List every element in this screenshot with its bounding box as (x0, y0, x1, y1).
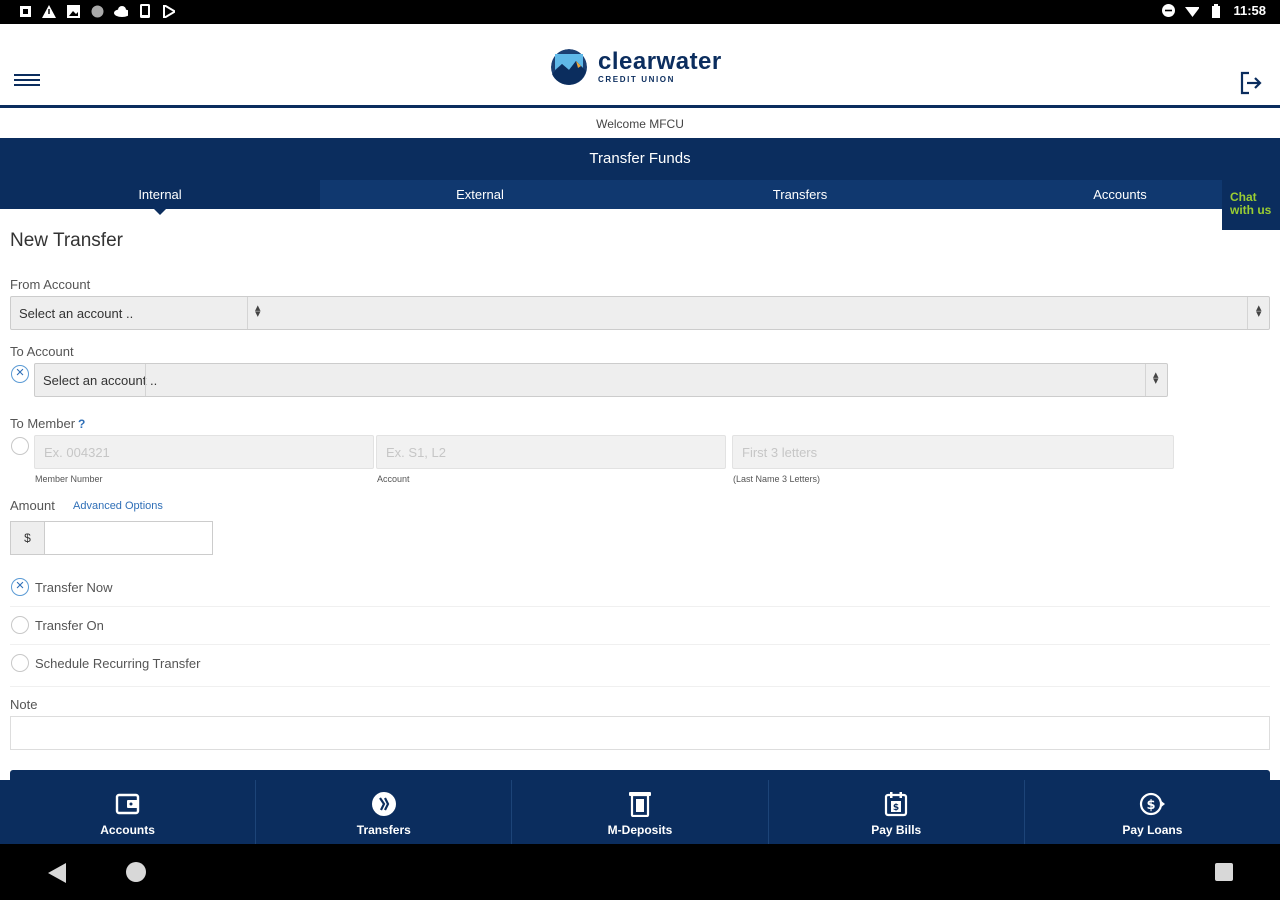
check-deposit-icon (629, 792, 651, 817)
nav-pay-bills-label: Pay Bills (871, 823, 922, 837)
divider (10, 606, 1270, 607)
recents-icon[interactable] (1215, 863, 1233, 881)
to-member-text: To Member (10, 416, 76, 431)
bottom-nav: Accounts Transfers M-Deposits $ Pay Bill… (0, 780, 1280, 844)
wifi-icon (1185, 4, 1200, 18)
logo-text: clearwater (598, 47, 722, 75)
wallet-icon (115, 793, 139, 815)
nav-pay-loans-label: Pay Loans (1122, 823, 1183, 837)
phone-icon (138, 4, 152, 18)
logout-icon[interactable] (1238, 70, 1264, 96)
to-member-radio[interactable] (11, 437, 29, 455)
account-suffix-input[interactable]: Ex. S1, L2 (376, 435, 726, 469)
form-title: New Transfer (10, 230, 123, 251)
notification-icon (18, 4, 32, 18)
select-arrows-icon: ▴ ▾ (1153, 369, 1159, 387)
account-caption: Account (377, 474, 410, 484)
chat-label-line2: with us (1230, 203, 1272, 217)
transfer-on-radio[interactable] (11, 616, 29, 634)
member-number-input[interactable]: Ex. 004321 (34, 435, 374, 469)
warning-icon (42, 4, 56, 18)
divider (10, 686, 1270, 687)
last-name-placeholder: First 3 letters (742, 445, 818, 460)
tab-external[interactable]: External (320, 180, 640, 209)
last-name-input[interactable]: First 3 letters (732, 435, 1174, 469)
home-icon[interactable] (126, 862, 146, 882)
status-bar-notifications (18, 4, 176, 18)
status-bar: 11:58 (0, 0, 1280, 24)
last-name-caption: (Last Name 3 Letters) (733, 474, 821, 484)
recurring-transfer-label[interactable]: Schedule Recurring Transfer (35, 656, 200, 671)
do-not-disturb-icon (1161, 4, 1175, 18)
calendar-bill-icon: $ (885, 792, 908, 817)
cloud-icon (114, 4, 128, 18)
battery-icon (1209, 3, 1223, 18)
to-account-select[interactable]: Select an account .. ▴ ▾ (34, 363, 1168, 397)
transfer-tabs: Internal External Transfers Accounts (0, 180, 1280, 215)
divider (10, 644, 1270, 645)
status-time: 11:58 (1233, 3, 1266, 18)
status-bar-system: 11:58 (1161, 3, 1266, 18)
nav-m-deposits-label: M-Deposits (607, 823, 673, 837)
nav-transfers-label: Transfers (356, 823, 411, 837)
member-number-caption: Member Number (35, 474, 103, 484)
nav-pay-bills[interactable]: $ Pay Bills (769, 780, 1025, 844)
from-account-select[interactable]: Select an account .. ▴ ▾ ▴ ▾ (10, 296, 1270, 330)
account-suffix-placeholder: Ex. S1, L2 (386, 445, 446, 460)
nav-pay-loans[interactable]: $ Pay Loans (1025, 780, 1280, 844)
tab-transfers[interactable]: Transfers (640, 180, 960, 209)
svg-text:$: $ (893, 803, 899, 813)
logo-mark-icon (551, 49, 587, 85)
tab-internal[interactable]: Internal (0, 180, 320, 215)
dollar-arrow-icon: $ (1140, 792, 1166, 816)
advanced-options-link[interactable]: Advanced Options (73, 500, 163, 512)
to-account-radio[interactable] (11, 364, 29, 383)
app-header: clearwater CREDIT UNION (0, 24, 1280, 108)
transfer-now-radio[interactable] (11, 577, 29, 596)
clearwater-logo: clearwater CREDIT UNION (550, 48, 722, 86)
to-account-label: To Account (10, 344, 74, 359)
to-account-value: Select an account .. (43, 373, 158, 388)
page-title: Transfer Funds (0, 138, 1280, 180)
note-input[interactable] (10, 716, 1270, 750)
select-arrows-icon: ▴ ▾ (255, 302, 261, 320)
member-number-placeholder: Ex. 004321 (44, 445, 110, 460)
amount-input[interactable] (44, 521, 213, 555)
image-icon (66, 4, 80, 18)
nav-transfers[interactable]: Transfers (256, 780, 513, 844)
recurring-transfer-radio[interactable] (11, 654, 29, 672)
from-account-label: From Account (10, 277, 91, 292)
svg-text:$: $ (1147, 798, 1156, 813)
nav-m-deposits[interactable]: M-Deposits (512, 780, 769, 844)
welcome-message: Welcome MFCU (596, 117, 684, 131)
to-member-label: To Member? (10, 416, 85, 431)
transfer-now-label[interactable]: Transfer Now (35, 580, 113, 595)
chat-with-us-button[interactable]: Chat with us (1222, 180, 1280, 230)
logo-subtext: CREDIT UNION (598, 74, 675, 84)
nav-accounts[interactable]: Accounts (0, 780, 257, 844)
help-icon[interactable]: ? (78, 417, 85, 431)
note-label: Note (10, 697, 38, 712)
amount-label: Amount (10, 498, 55, 513)
from-account-value: Select an account .. (19, 306, 134, 321)
system-nav-bar (0, 844, 1280, 900)
play-store-icon (162, 4, 176, 18)
nav-accounts-label: Accounts (100, 823, 155, 837)
menu-icon[interactable] (14, 71, 40, 91)
transfer-icon (371, 792, 396, 816)
transfer-on-label[interactable]: Transfer On (35, 618, 104, 633)
back-icon[interactable] (48, 863, 66, 883)
select-arrows-icon: ▴ ▾ (1256, 302, 1262, 320)
currency-addon: $ (10, 521, 44, 555)
sync-icon (90, 4, 104, 18)
